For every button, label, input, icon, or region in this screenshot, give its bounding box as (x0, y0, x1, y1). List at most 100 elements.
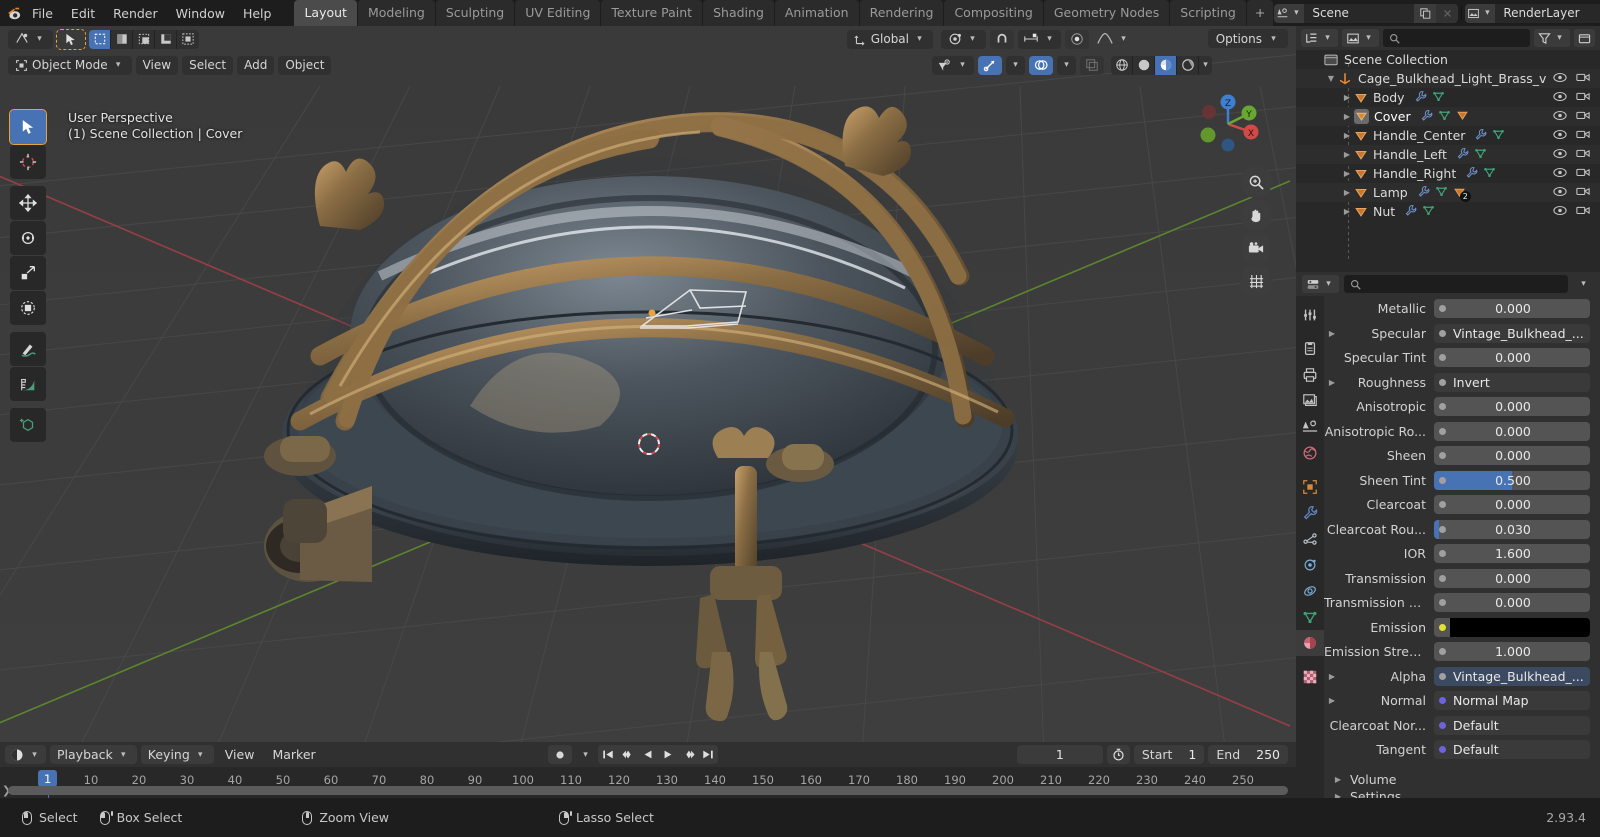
editor-type-3dview-icon[interactable]: ▾ (8, 29, 53, 49)
use-preview-range-icon[interactable] (1106, 745, 1130, 764)
filter-icon[interactable]: ▾ (1534, 29, 1570, 47)
eye-icon[interactable] (1553, 147, 1567, 162)
property-row-emission[interactable]: Emission (1324, 617, 1600, 638)
frame-end-field[interactable]: End 250 (1208, 745, 1288, 764)
set-select-icon[interactable] (89, 29, 111, 49)
tab-texture-paint[interactable]: Texture Paint (601, 0, 703, 26)
menu-help[interactable]: Help (234, 3, 281, 24)
socket-dot[interactable] (1434, 427, 1450, 435)
overlays-icon[interactable] (1029, 55, 1053, 75)
view-layer-name[interactable]: RenderLayer (1495, 3, 1600, 23)
mesh-data-icon[interactable] (1422, 204, 1435, 220)
socket-dot[interactable] (1434, 672, 1450, 680)
current-frame-input[interactable]: 1 (1016, 745, 1103, 764)
tab-scripting[interactable]: Scripting (1170, 0, 1246, 26)
property-field[interactable]: 0.500 (1434, 470, 1590, 490)
view-layer-icon[interactable]: ▾ (1465, 3, 1496, 23)
overlays-dropdown[interactable]: ▾ (1057, 55, 1076, 75)
tab-uv-editing[interactable]: UV Editing (515, 0, 601, 26)
modifier-icon[interactable] (1417, 185, 1430, 201)
panel-section-volume[interactable]: ▶ Volume (1324, 770, 1600, 790)
eye-icon[interactable] (1553, 166, 1567, 181)
add-workspace-button[interactable]: + (1246, 0, 1274, 26)
property-field[interactable]: 1.600 (1434, 544, 1590, 563)
tab-animation[interactable]: Animation (774, 0, 859, 26)
tab-modeling[interactable]: Modeling (357, 0, 435, 26)
socket-dot[interactable] (1434, 697, 1450, 704)
socket-dot[interactable] (1434, 550, 1450, 557)
properties-search-input[interactable] (1344, 275, 1568, 293)
playhead[interactable]: 1 (38, 770, 58, 787)
gizmo-dropdown[interactable]: ▾ (1006, 55, 1025, 75)
eye-icon[interactable] (1553, 204, 1567, 219)
expand-toggle[interactable]: ▶ (1340, 112, 1354, 121)
navigation-gizmo[interactable]: Z Y X (1192, 88, 1264, 160)
socket-dot[interactable] (1434, 501, 1450, 508)
modifier-icon[interactable] (1414, 90, 1427, 106)
extend-select-icon[interactable] (111, 29, 133, 49)
property-field[interactable]: Vintage_Bulkhead_... (1434, 323, 1590, 343)
mesh-data-icon[interactable] (1483, 166, 1496, 182)
property-field[interactable]: 0.000 (1434, 568, 1590, 588)
modifier-tab[interactable] (1296, 500, 1324, 526)
mesh-data-icon[interactable] (1474, 147, 1487, 163)
property-row-clearcoat-roughness[interactable]: Clearcoat Rou... 0.030 (1324, 519, 1600, 540)
smooth-falloff-icon[interactable]: ▾ (1093, 30, 1134, 49)
properties-panel-body[interactable]: Metallic 0.000 ▶ Specular Vintage_Bulkhe… (1324, 296, 1600, 800)
frame-start-field[interactable]: Start 1 (1133, 745, 1205, 764)
material-preview-icon[interactable] (1155, 55, 1177, 75)
expand-toggle[interactable]: ▶ (1324, 329, 1340, 338)
viewport-menu-add[interactable]: Add (237, 55, 275, 75)
object-tab[interactable] (1296, 474, 1324, 500)
timeline-scrollbar[interactable] (8, 786, 1288, 795)
xray-icon[interactable] (1080, 55, 1104, 75)
solid-icon[interactable] (1133, 55, 1155, 75)
outliner-editor[interactable]: ▾ ▾ ▾ Scene Collection ▼ Cage_Bulkhead_L… (1296, 26, 1600, 272)
expand-toggle[interactable]: ▶ (1340, 169, 1354, 178)
property-row-alpha[interactable]: ▶ Alpha Vintage_Bulkhead_... (1324, 666, 1600, 687)
pan-hand-icon[interactable] (1240, 199, 1272, 231)
modifier-icon[interactable] (1456, 147, 1469, 163)
outliner-tree[interactable]: Scene Collection ▼ Cage_Bulkhead_Light_B… (1296, 50, 1600, 272)
socket-dot[interactable] (1434, 378, 1450, 386)
property-field[interactable]: 0.000 (1434, 593, 1590, 612)
camera-icon[interactable] (1576, 147, 1590, 162)
viewport-menu-view[interactable]: View (135, 55, 179, 75)
socket-dot[interactable] (1434, 574, 1450, 582)
blender-logo-icon[interactable] (6, 0, 23, 26)
object-icon[interactable] (1456, 109, 1469, 125)
view-layer-tab[interactable] (1296, 388, 1324, 414)
annotate-tool[interactable] (10, 332, 46, 366)
mesh-data-icon[interactable] (1438, 109, 1451, 125)
property-row-metallic[interactable]: Metallic 0.000 (1324, 298, 1600, 319)
property-row-clearcoat-normal[interactable]: Clearcoat Nor... Default (1324, 715, 1600, 736)
property-row-specular[interactable]: ▶ Specular Vintage_Bulkhead_... (1324, 323, 1600, 344)
jump-end-icon[interactable] (698, 745, 718, 764)
socket-dot[interactable] (1434, 623, 1450, 631)
socket-dot[interactable] (1434, 476, 1450, 484)
constraints-tab[interactable] (1296, 578, 1324, 604)
mesh-data-icon[interactable] (1432, 90, 1445, 106)
properties-editor-icon[interactable]: ▾ (1302, 275, 1339, 293)
render-tab[interactable] (1296, 336, 1324, 362)
cursor-tool[interactable] (10, 145, 46, 179)
timeline-editor-icon[interactable]: ▾ (5, 745, 46, 764)
visibility-selector-icon[interactable]: ▾ (932, 55, 974, 75)
add-cube-tool[interactable] (10, 408, 46, 442)
timeline-menu-keying[interactable]: Keying ▾ (140, 745, 214, 764)
outliner-display-mode-icon[interactable]: ▾ (1301, 29, 1338, 47)
socket-dot[interactable] (1434, 305, 1450, 312)
expand-toggle[interactable]: ▶ (1340, 131, 1354, 140)
expand-toggle[interactable]: ▶ (1340, 188, 1354, 197)
property-row-sheen-tint[interactable]: Sheen Tint 0.500 (1324, 470, 1600, 491)
property-field[interactable]: 0.000 (1434, 299, 1590, 318)
property-field[interactable]: 0.000 (1434, 421, 1590, 441)
timeline-menu-view[interactable]: View (218, 745, 262, 764)
property-field[interactable]: Normal Map (1434, 691, 1590, 710)
property-field[interactable]: 0.000 (1434, 446, 1590, 465)
expand-toggle[interactable]: ▶ (1340, 150, 1354, 159)
property-row-roughness[interactable]: ▶ Roughness Invert (1324, 372, 1600, 393)
new-collection-icon[interactable] (1574, 29, 1595, 47)
object-mode-selector[interactable]: Object Mode ▾ (8, 55, 132, 75)
socket-dot[interactable] (1434, 329, 1450, 337)
